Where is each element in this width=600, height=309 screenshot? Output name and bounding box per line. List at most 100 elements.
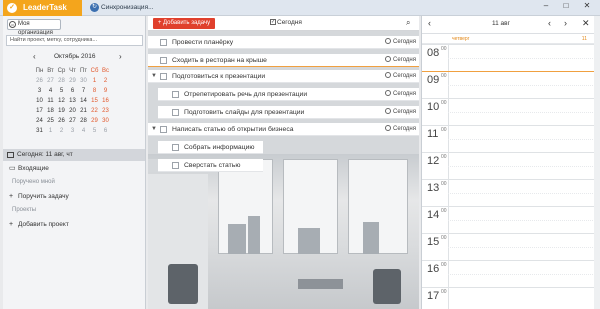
calendar-day[interactable]: 5 [89,126,100,136]
calendar-day[interactable]: 6 [100,126,111,136]
clock-icon [385,108,391,115]
next-month-icon[interactable]: › [119,53,122,61]
calendar-day[interactable]: 11 [45,96,56,106]
calendar-day[interactable]: 3 [34,86,45,96]
subtask-row[interactable]: Подготовить слайды для презентации Сегод… [148,106,419,119]
hour-slot[interactable]: 16 00 [422,260,595,287]
calendar-day[interactable]: 25 [45,116,56,126]
calendar-day[interactable]: 3 [67,126,78,136]
task-checkbox[interactable] [172,91,179,98]
subtask-row[interactable]: Собрать информацию [148,141,263,154]
calendar-day[interactable]: 31 [34,126,45,136]
hour-slot[interactable]: 08 00 [422,44,595,71]
calendar-day[interactable]: 29 [89,116,100,126]
calendar-day[interactable]: 4 [78,126,89,136]
app-tab[interactable]: ✓ LeaderTask [3,0,82,16]
task-checkbox[interactable] [160,57,167,64]
day-header: ‹ 11 авг ‹ › ✕ [422,16,595,34]
expand-icon[interactable]: ▼ [151,123,157,136]
calendar-day[interactable]: 9 [100,86,111,96]
search-icon[interactable]: ⌕ [406,18,410,28]
task-checkbox[interactable] [160,39,167,46]
calendar-day[interactable]: 10 [34,96,45,106]
today-filter[interactable]: ✓ Сегодня [270,19,302,26]
calendar-day[interactable]: 18 [45,106,56,116]
task-checkbox[interactable] [160,126,167,133]
calendar-day[interactable]: 19 [56,106,67,116]
today-item[interactable]: Сегодня: 11 авг, чт [3,149,145,161]
calendar-day[interactable]: 26 [34,76,45,86]
hour-slot[interactable]: 09 00 [422,71,595,98]
task-checkbox[interactable] [172,144,179,151]
add-task-button[interactable]: + Добавить задачу [153,18,215,29]
search-input[interactable]: Найти проект, метку, сотрудника... [6,35,143,46]
delegate-task-button[interactable]: + Поручить задачу [3,191,145,203]
task-checkbox[interactable] [172,162,179,169]
calendar-day[interactable]: 6 [67,86,78,96]
hour-slot[interactable]: 13 00 [422,179,595,206]
calendar-day[interactable]: 7 [78,86,89,96]
calendar-day[interactable]: 30 [100,116,111,126]
scrollbar[interactable] [594,16,600,309]
task-checkbox[interactable] [160,73,167,80]
calendar-day[interactable]: 8 [89,86,100,96]
calendar-day[interactable]: 14 [78,96,89,106]
calendar-day[interactable]: 2 [56,126,67,136]
task-checkbox[interactable] [172,109,179,116]
calendar-day[interactable]: 30 [78,76,89,86]
calendar-day[interactable]: 2 [100,76,111,86]
hour-slot[interactable]: 11 00 [422,125,595,152]
calendar-day[interactable]: 17 [34,106,45,116]
hour-slot[interactable]: 12 00 [422,152,595,179]
half-hour-line [448,274,595,275]
calendar-day[interactable]: 21 [78,106,89,116]
calendar-day[interactable]: 20 [67,106,78,116]
sidebar-item-inbox[interactable]: ▭ Входящие [3,163,145,175]
hour-slot[interactable]: 14 00 [422,206,595,233]
close-panel-icon[interactable]: ✕ [582,19,590,28]
calendar-day[interactable]: 15 [89,96,100,106]
calendar-day[interactable]: 13 [67,96,78,106]
calendar-day[interactable]: 24 [34,116,45,126]
prev-day-icon[interactable]: ‹ [428,19,431,28]
hour-slot[interactable]: 15 00 [422,233,595,260]
calendar-day[interactable]: 27 [45,76,56,86]
subtask-row[interactable]: Отрепетировать речь для презентации Сего… [148,88,419,101]
minute-label: 00 [441,181,447,187]
half-hour-line [448,112,595,113]
hour-grid[interactable]: 08 00 09 00 10 00 11 00 12 00 13 00 14 00 15 00 … [422,44,595,309]
calendar-day[interactable]: 28 [56,76,67,86]
calendar-day[interactable]: 16 [100,96,111,106]
calendar-day[interactable]: 5 [56,86,67,96]
calendar-day[interactable]: 29 [67,76,78,86]
organization-button[interactable]: o Моя организация [7,19,61,36]
task-row[interactable]: ▼ Подготовиться к презентации Сегодня [148,70,419,83]
hour-slot[interactable]: 10 00 [422,98,595,125]
expand-icon[interactable]: ▼ [151,70,157,83]
task-row[interactable]: Провести планёрку Сегодня [148,36,419,49]
next-day-icon[interactable]: › [564,19,567,28]
indent-spacer [148,141,158,154]
maximize-button[interactable]: □ [556,0,576,12]
calendar-day[interactable]: 26 [56,116,67,126]
minimize-button[interactable]: – [536,0,556,12]
close-button[interactable]: ✕ [577,0,597,12]
calendar-day[interactable]: 1 [45,126,56,136]
add-project-button[interactable]: + Добавить проект [3,219,145,231]
sync-status[interactable]: ↻ Синхронизация... [90,3,154,12]
calendar-day[interactable]: 4 [45,86,56,96]
calendar-day[interactable]: 12 [56,96,67,106]
calendar-day[interactable]: 22 [89,106,100,116]
collapse-icon[interactable]: ‹ [548,19,551,28]
task-row[interactable]: Сходить в ресторан на крыше Сегодня [148,54,419,67]
prev-month-icon[interactable]: ‹ [33,53,36,61]
calendar-day[interactable]: 1 [89,76,100,86]
task-toolbar: + Добавить задачу ✓ Сегодня ⌕ [148,16,419,31]
calendar-day[interactable]: 23 [100,106,111,116]
hour-slot[interactable]: 17 00 [422,287,595,309]
subtask-row[interactable]: Сверстать статью [148,159,263,172]
calendar-day[interactable]: 28 [78,116,89,126]
task-due-label: Сегодня [393,126,416,132]
calendar-day[interactable]: 27 [67,116,78,126]
task-row[interactable]: ▼ Написать статью об открытии бизнеса Се… [148,123,419,136]
